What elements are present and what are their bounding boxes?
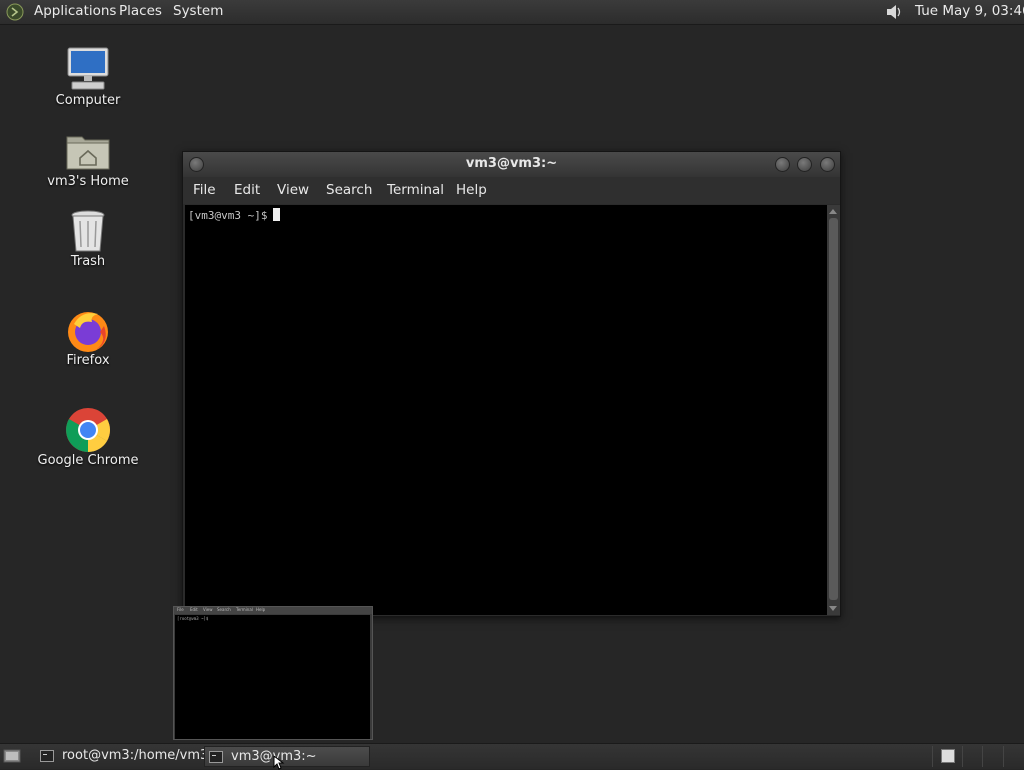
- terminal-menubar: File Edit View Search Terminal Help: [183, 177, 840, 204]
- desktop-icon-computer[interactable]: Computer: [33, 45, 143, 115]
- minimize-button[interactable]: [775, 157, 790, 172]
- volume-icon[interactable]: [884, 2, 904, 22]
- menu-edit[interactable]: Edit: [234, 182, 260, 198]
- terminal-icon: [40, 750, 54, 762]
- desktop-icon-chrome[interactable]: Google Chrome: [33, 406, 143, 476]
- desktop-icon-label: Computer: [55, 93, 121, 108]
- menu-search[interactable]: Search: [326, 182, 372, 198]
- terminal-output[interactable]: [vm3@vm3 ~]$: [185, 205, 827, 615]
- desktop-icon-label: Firefox: [66, 353, 110, 368]
- scroll-up-arrow-icon[interactable]: [829, 209, 837, 214]
- show-desktop-icon[interactable]: [3, 748, 21, 764]
- window-title: vm3@vm3:~: [465, 156, 558, 171]
- top-panel: Applications Places System Tue May 9, 03…: [0, 0, 1024, 25]
- terminal-window: vm3@vm3:~ File Edit View Search Terminal…: [182, 151, 841, 617]
- maximize-button[interactable]: [797, 157, 812, 172]
- desktop-icon-label: Trash: [70, 254, 106, 269]
- preview-prompt: [root@vm3 ~]$: [177, 616, 209, 621]
- shell-prompt: [vm3@vm3 ~]$: [188, 209, 268, 222]
- window-thumbnail-preview[interactable]: File Edit View Search Terminal Help [roo…: [173, 606, 373, 740]
- preview-menu-item: Help: [256, 607, 266, 612]
- gnome-foot-icon[interactable]: [6, 3, 24, 21]
- workspace-1-button[interactable]: [941, 749, 955, 763]
- menu-help[interactable]: Help: [456, 182, 487, 198]
- desktop-icon-label: vm3's Home: [47, 174, 129, 189]
- taskbar-item-vm3-terminal[interactable]: vm3@vm3:~: [204, 746, 370, 767]
- preview-menu-item: Search: [217, 607, 231, 612]
- preview-menubar: File Edit View Search Terminal Help: [174, 607, 372, 614]
- terminal-icon: [209, 751, 223, 763]
- preview-menu-item: Terminal: [236, 607, 253, 612]
- system-menu[interactable]: System: [173, 3, 223, 19]
- applications-menu[interactable]: Applications: [34, 3, 116, 19]
- panel-separator: [962, 746, 963, 767]
- menu-view[interactable]: View: [277, 182, 309, 198]
- firefox-icon: [68, 312, 108, 352]
- panel-separator: [1003, 746, 1004, 767]
- taskbar-item-root-terminal[interactable]: root@vm3:/home/vm3: [36, 746, 208, 767]
- places-menu[interactable]: Places: [119, 3, 162, 19]
- trash-icon: [71, 210, 105, 252]
- scrollbar-thumb[interactable]: [829, 218, 838, 600]
- preview-menu-item: Edit: [190, 607, 198, 612]
- text-cursor: [273, 208, 281, 221]
- menu-file[interactable]: File: [193, 182, 216, 198]
- panel-separator: [982, 746, 983, 767]
- computer-icon: [67, 47, 109, 90]
- desktop-icon-trash[interactable]: Trash: [33, 207, 143, 277]
- taskbar-item-label: root@vm3:/home/vm3: [62, 748, 209, 763]
- preview-menu-item: File: [177, 607, 184, 612]
- home-folder-icon: [66, 136, 110, 170]
- chrome-icon: [66, 408, 110, 452]
- panel-separator: [932, 746, 933, 767]
- close-button[interactable]: [820, 157, 835, 172]
- terminal-scrollbar[interactable]: [827, 205, 840, 615]
- window-titlebar[interactable]: vm3@vm3:~: [183, 152, 840, 177]
- menu-terminal[interactable]: Terminal: [387, 182, 444, 198]
- scroll-down-arrow-icon[interactable]: [829, 606, 837, 611]
- desktop-icon-home[interactable]: vm3's Home: [33, 127, 143, 197]
- bottom-panel: root@vm3:/home/vm3 vm3@vm3:~: [0, 743, 1024, 769]
- desktop-icon-label: Google Chrome: [37, 453, 139, 468]
- preview-menu-item: View: [203, 607, 213, 612]
- clock[interactable]: Tue May 9, 03:46: [915, 3, 1024, 19]
- desktop-icon-firefox[interactable]: Firefox: [33, 306, 143, 376]
- preview-terminal: [root@vm3 ~]$: [175, 615, 370, 739]
